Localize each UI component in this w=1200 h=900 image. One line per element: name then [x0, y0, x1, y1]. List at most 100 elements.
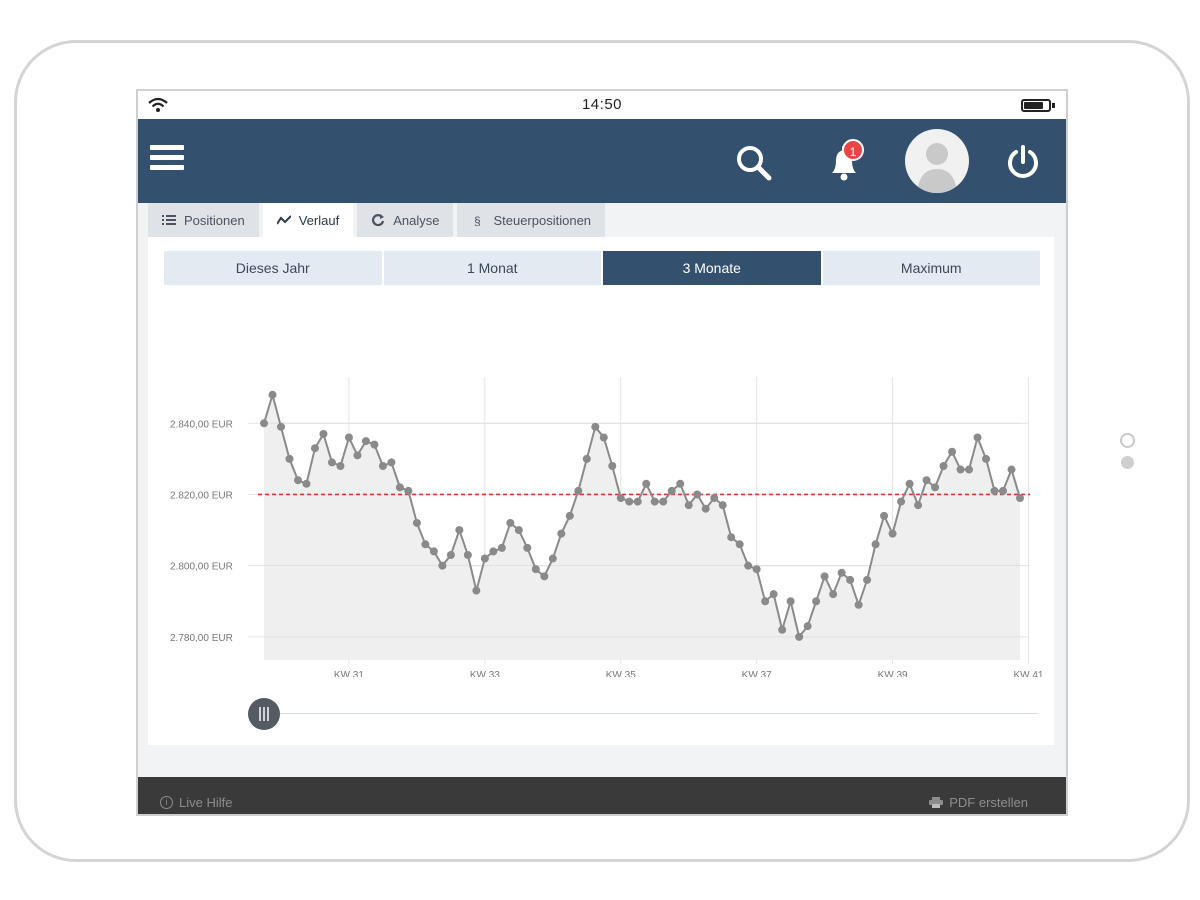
series-point: [931, 483, 940, 492]
range-dieses-jahr[interactable]: Dieses Jahr: [164, 251, 382, 285]
series-point: [565, 511, 574, 520]
series-point: [336, 461, 345, 470]
series-point: [591, 422, 600, 431]
list-icon: [162, 215, 176, 225]
series-point: [361, 437, 370, 446]
tab-label: Analyse: [393, 212, 440, 228]
series-point: [1007, 465, 1016, 474]
series-point: [829, 590, 838, 599]
series-point: [506, 518, 515, 527]
range-slider-handle[interactable]: [248, 698, 280, 730]
series-point: [922, 476, 931, 485]
notifications-button[interactable]: 1: [822, 139, 866, 185]
range-1-monat[interactable]: 1 Monat: [383, 251, 601, 285]
series-point: [863, 575, 872, 584]
series-point: [395, 483, 404, 492]
series-point: [795, 632, 804, 641]
series-point: [293, 476, 302, 485]
series-point: [999, 486, 1008, 495]
series-point: [659, 497, 668, 506]
series-point: [837, 568, 846, 577]
x-tick-label: KW 41: [1013, 670, 1043, 677]
series-point: [846, 575, 855, 584]
series-point: [693, 490, 702, 499]
tab-verlauf[interactable]: Verlauf: [262, 203, 354, 237]
tab-label: Steuerpositionen: [493, 212, 592, 228]
series-point: [973, 433, 982, 442]
range-slider-track[interactable]: [274, 713, 1038, 714]
battery-level: [1024, 102, 1044, 109]
series-point: [650, 497, 659, 506]
notification-badge: 1: [842, 139, 864, 161]
series-point: [888, 529, 897, 538]
series-point: [480, 554, 489, 563]
series-point: [897, 497, 906, 506]
series-area: [264, 394, 1020, 660]
series-point: [531, 565, 540, 574]
search-icon[interactable]: [734, 143, 774, 183]
series-point: [344, 433, 353, 442]
series-point: [353, 451, 362, 460]
series-point: [948, 447, 957, 456]
series-point: [438, 561, 447, 570]
tab-steuerpositionen[interactable]: § Steuerpositionen: [457, 203, 606, 237]
series-point: [939, 461, 948, 470]
live-help-label: Live Hilfe: [179, 795, 233, 810]
y-tick-label: 2.820,00 EUR: [170, 490, 233, 501]
trend-icon: [276, 215, 291, 225]
series-point: [812, 597, 821, 606]
series-point: [276, 422, 285, 431]
series-point: [871, 540, 880, 549]
series-point: [905, 479, 914, 488]
tab-analyse[interactable]: Analyse: [357, 203, 454, 237]
y-tick-label: 2.800,00 EUR: [170, 562, 233, 573]
x-tick-label: KW 39: [878, 670, 908, 677]
series-point: [421, 540, 430, 549]
series-point: [701, 504, 710, 513]
series-point: [1016, 494, 1024, 503]
battery-icon: [1021, 99, 1051, 112]
series-point: [582, 454, 591, 463]
series-point: [982, 454, 991, 463]
series-point: [676, 479, 685, 488]
series-point: [633, 497, 642, 506]
series-point: [778, 625, 787, 634]
tab-label: Positionen: [184, 212, 245, 228]
series-point: [268, 390, 277, 399]
tablet-home-button[interactable]: [1121, 456, 1134, 469]
user-avatar-icon[interactable]: [905, 129, 969, 193]
series-point: [642, 479, 651, 488]
series-point: [285, 454, 294, 463]
refresh-icon: [372, 214, 385, 226]
pdf-export-button[interactable]: PDF erstellen: [929, 795, 1028, 810]
series-point: [744, 561, 753, 570]
tab-positionen[interactable]: Positionen: [148, 203, 259, 237]
series-point: [667, 486, 676, 495]
series-point: [412, 518, 421, 527]
tab-label: Verlauf: [298, 212, 340, 228]
app-header: 1: [138, 119, 1066, 203]
series-point: [310, 444, 319, 453]
power-icon[interactable]: [1004, 143, 1042, 181]
series-point: [727, 533, 736, 542]
series-point: [557, 529, 566, 538]
printer-icon: [929, 797, 944, 808]
series-point: [820, 572, 829, 581]
tab-bar: Positionen Verlauf Analyse § Steuerposit…: [148, 203, 609, 237]
series-point: [387, 458, 396, 467]
series-point: [497, 543, 506, 552]
tablet-camera: [1120, 433, 1135, 448]
series-point: [769, 590, 778, 599]
series-point: [523, 543, 532, 552]
series-point: [854, 600, 863, 609]
range-maximum[interactable]: Maximum: [822, 251, 1040, 285]
series-point: [718, 501, 727, 510]
range-3-monate[interactable]: 3 Monate: [603, 251, 821, 285]
series-point: [489, 547, 498, 556]
series-point: [616, 494, 625, 503]
hamburger-icon[interactable]: [150, 145, 184, 179]
series-point: [260, 419, 268, 428]
live-help-link[interactable]: i Live Hilfe: [160, 795, 232, 810]
status-bar: 14:50: [138, 91, 1066, 119]
svg-text:§: §: [474, 214, 481, 226]
